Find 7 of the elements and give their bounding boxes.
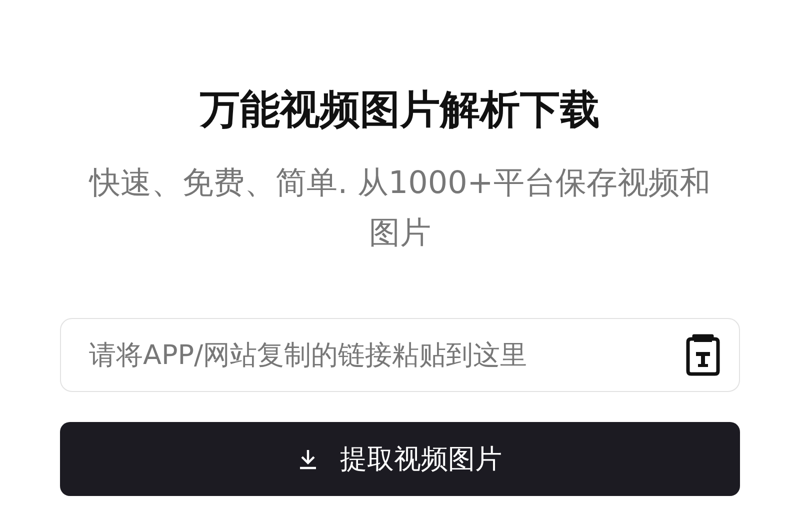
link-input[interactable]: 请将APP/网站复制的链接粘贴到这里 bbox=[87, 338, 685, 372]
clipboard-paste-icon[interactable] bbox=[685, 333, 721, 377]
page-title: 万能视频图片解析下载 bbox=[200, 86, 600, 135]
download-icon bbox=[298, 448, 318, 470]
page-subtitle: 快速、免费、简单. 从1000+平台保存视频和图片 bbox=[88, 164, 712, 253]
link-input-field[interactable]: 请将APP/网站复制的链接粘贴到这里 bbox=[60, 318, 740, 392]
extract-button[interactable]: 提取视频图片 bbox=[60, 422, 740, 496]
